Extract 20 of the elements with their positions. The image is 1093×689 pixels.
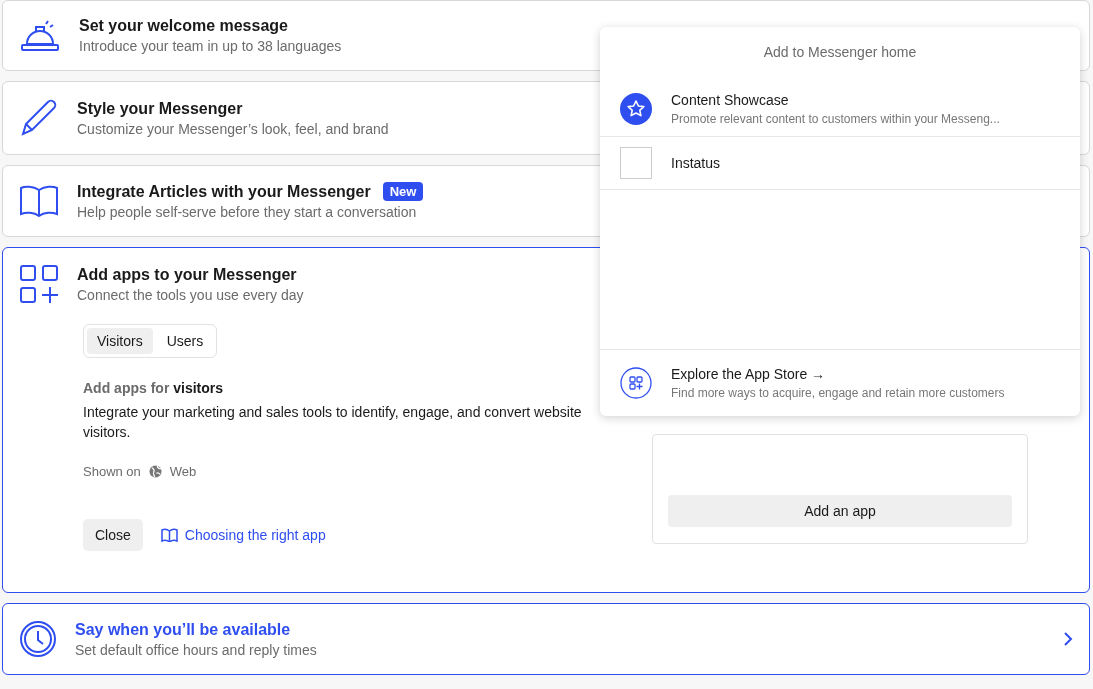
section-heading: Add apps for visitors [83, 380, 224, 396]
card-subtitle: Introduce your team in up to 38 languages [79, 38, 342, 54]
shown-on-value: Web [169, 464, 197, 479]
card-subtitle: Customize your Messenger’s look, feel, and brand [77, 120, 389, 137]
card-title: Set your welcome message [79, 17, 288, 35]
card-title: Say when you’ll be available [75, 620, 291, 639]
app-store-title: Explore the App Store → [671, 366, 827, 382]
new-badge: New [382, 182, 424, 201]
card-subtitle: Help people self-serve before they start a conversation [77, 204, 417, 220]
app-name: Content Showcase [671, 92, 790, 108]
shown-on-label: Shown on [83, 464, 141, 479]
card-title: Add apps to your Messenger [77, 265, 297, 284]
popover-title: Add to Messenger home [762, 43, 918, 62]
app-description: Promote relevant content to customers within your Messeng... [671, 112, 1000, 126]
card-subtitle: Set default office hours and reply times [75, 641, 317, 658]
section-description: Integrate your marketing and sales tools to identify, engage, and convert website visitors. [83, 403, 583, 442]
app-store-description: Find more ways to acquire, engage and retain more customers [671, 386, 1005, 400]
card-title: Style your Messenger [77, 99, 243, 118]
card-title: Integrate Articles with your Messenger [77, 182, 371, 201]
card-subtitle: Connect the tools you use every day [77, 286, 304, 303]
